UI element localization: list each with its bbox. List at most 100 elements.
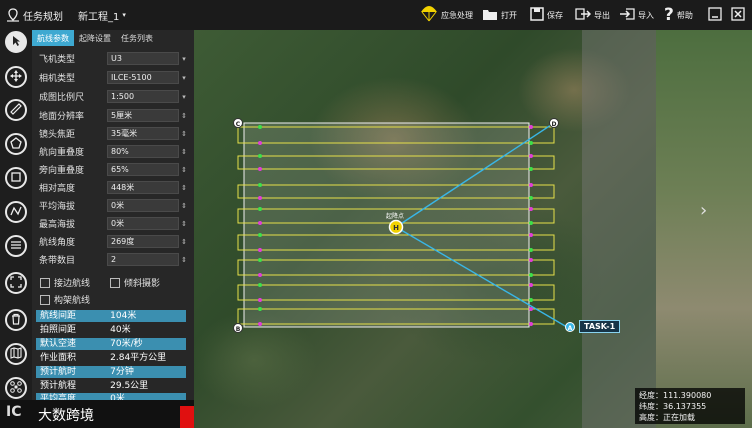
strip-count-input[interactable]: 2 bbox=[107, 253, 179, 266]
parameter-panel: 航线参数 起降设置 任务列表 飞机类型 U3 ▾ 相机类型 ILCE-5100 … bbox=[32, 30, 194, 428]
pan-tool-button[interactable] bbox=[5, 66, 27, 88]
spinner-icon[interactable]: ⇕ bbox=[179, 148, 189, 156]
checkbox-box bbox=[110, 277, 120, 288]
corner-b[interactable]: B bbox=[233, 323, 243, 334]
spinner-icon[interactable]: ⇕ bbox=[179, 184, 189, 192]
stat-row: 航线间距 104米 bbox=[36, 310, 186, 322]
fit-view-icon bbox=[10, 275, 22, 291]
longitude-readout: 经度：111.390080 bbox=[639, 391, 712, 400]
tab-task-list[interactable]: 任务列表 bbox=[116, 30, 158, 46]
tab-takeoff-landing[interactable]: 起降设置 bbox=[74, 30, 116, 46]
map-scale-select[interactable]: 1:500 bbox=[107, 90, 179, 103]
flight-route-layer: C D B A H 起降点 bbox=[233, 118, 575, 334]
stat-value: 7分钟 bbox=[106, 366, 186, 378]
spinner-icon[interactable]: ⇕ bbox=[179, 112, 189, 120]
task-label[interactable]: TASK-1 bbox=[579, 320, 621, 333]
param-row-strip-count: 条带数目 2 ⇕ bbox=[32, 251, 194, 268]
param-row-map-scale: 成图比例尺 1:500 ▾ bbox=[32, 88, 194, 105]
stat-row: 预计航时 7分钟 bbox=[36, 366, 186, 378]
forward-overlap-input[interactable]: 80% bbox=[107, 145, 179, 158]
param-row-max-altitude: 最高海拔 0米 ⇕ bbox=[32, 215, 194, 232]
red-status-indicator bbox=[180, 406, 194, 428]
tab-route-params[interactable]: 航线参数 bbox=[32, 30, 74, 46]
relative-height-input[interactable]: 448米 bbox=[107, 181, 179, 194]
fit-view-button[interactable] bbox=[5, 272, 27, 294]
svg-text:A: A bbox=[568, 325, 573, 332]
stat-row: 拍照间距 40米 bbox=[36, 324, 186, 336]
parachute-icon bbox=[420, 4, 438, 27]
checkbox-box bbox=[40, 294, 50, 305]
minimize-button[interactable] bbox=[708, 0, 722, 30]
project-name: 新工程_1 bbox=[78, 11, 120, 23]
select-tool-button[interactable] bbox=[5, 31, 27, 53]
aircraft-type-select[interactable]: U3 bbox=[107, 52, 179, 65]
pointer-icon bbox=[10, 35, 22, 50]
import-button[interactable]: 导入 bbox=[619, 0, 654, 30]
spinner-icon[interactable]: ⇕ bbox=[179, 202, 189, 210]
ruler-icon bbox=[10, 102, 22, 118]
param-label: 航向重叠度 bbox=[39, 148, 85, 158]
ground-resolution-input[interactable]: 5厘米 bbox=[107, 109, 179, 122]
map-icon bbox=[10, 346, 22, 362]
import-label: 导入 bbox=[638, 10, 654, 20]
param-row-ground-resolution: 地面分辨率 5厘米 ⇕ bbox=[32, 107, 194, 124]
polygon-icon bbox=[10, 136, 22, 152]
spinner-icon[interactable]: ⇕ bbox=[179, 238, 189, 246]
frame-route-checkbox[interactable]: 构架航线 bbox=[40, 293, 90, 306]
stat-value: 104米 bbox=[106, 310, 186, 322]
save-button[interactable]: 保存 bbox=[530, 0, 563, 30]
task-anchor-a[interactable]: A bbox=[565, 322, 575, 333]
route-tool-button[interactable] bbox=[5, 201, 27, 223]
help-button[interactable]: ? 帮助 bbox=[664, 0, 693, 30]
help-label: 帮助 bbox=[676, 10, 693, 20]
param-label: 地面分辨率 bbox=[39, 112, 85, 122]
stat-label: 默认空速 bbox=[36, 338, 107, 350]
svg-text:C: C bbox=[236, 121, 241, 128]
edge-route-checkbox[interactable]: 接边航线 bbox=[40, 276, 90, 289]
oblique-photo-checkbox[interactable]: 倾斜摄影 bbox=[110, 276, 160, 289]
satellite-map[interactable]: C D B A H 起降点 › bbox=[194, 30, 752, 428]
export-button[interactable]: 导出 bbox=[575, 0, 610, 30]
stat-row: 默认空速 70米/秒 bbox=[36, 338, 186, 350]
measure-tool-button[interactable] bbox=[5, 99, 27, 121]
spinner-icon[interactable]: ⇕ bbox=[179, 166, 189, 174]
corner-c[interactable]: C bbox=[233, 118, 243, 129]
delete-button[interactable] bbox=[5, 309, 27, 331]
spinner-icon[interactable]: ⇕ bbox=[179, 256, 189, 264]
open-button[interactable]: 打开 bbox=[482, 0, 517, 30]
stat-value: 29.5公里 bbox=[110, 381, 149, 391]
spinner-icon[interactable]: ⇕ bbox=[179, 130, 189, 138]
close-button[interactable] bbox=[731, 0, 745, 30]
strip-tool-button[interactable] bbox=[5, 235, 27, 257]
stat-label: 预计航时 bbox=[36, 366, 107, 378]
left-toolbar bbox=[0, 30, 32, 428]
focal-length-input[interactable]: 35毫米 bbox=[107, 127, 179, 140]
top-toolbar: 任务规划 新工程_1 ▾ 应急处理 打开 保存 导出 导入 ? 帮助 bbox=[0, 0, 752, 30]
corner-d[interactable]: D bbox=[549, 118, 559, 129]
param-label: 飞机类型 bbox=[39, 55, 76, 65]
max-altitude-input[interactable]: 0米 bbox=[107, 217, 179, 230]
map-layer-button[interactable] bbox=[5, 343, 27, 365]
spinner-icon[interactable]: ⇕ bbox=[179, 220, 189, 228]
param-label: 条带数目 bbox=[39, 256, 76, 266]
avg-altitude-input[interactable]: 0米 bbox=[107, 199, 179, 212]
altitude-readout: 高度：正在加载 bbox=[639, 413, 695, 422]
chevron-right-icon[interactable]: › bbox=[700, 200, 707, 221]
param-label: 旁向重叠度 bbox=[39, 166, 85, 176]
project-selector[interactable]: 新工程_1 ▾ bbox=[78, 0, 126, 30]
rectangle-tool-button[interactable] bbox=[5, 167, 27, 189]
param-row-avg-altitude: 平均海拔 0米 ⇕ bbox=[32, 197, 194, 214]
param-row-camera-type: 相机类型 ILCE-5100 ▾ bbox=[32, 69, 194, 86]
coordinate-readout: 经度：111.390080 纬度：36.137355 高度：正在加载 bbox=[635, 388, 745, 424]
camera-type-select[interactable]: ILCE-5100 bbox=[107, 71, 179, 84]
chevron-down-icon: ▾ bbox=[122, 11, 126, 19]
drone-button[interactable] bbox=[5, 377, 27, 399]
emergency-button[interactable]: 应急处理 bbox=[420, 0, 473, 30]
latitude-readout: 纬度：36.137355 bbox=[639, 402, 707, 411]
param-row-side-overlap: 旁向重叠度 65% ⇕ bbox=[32, 161, 194, 178]
route-angle-input[interactable]: 269度 bbox=[107, 235, 179, 248]
side-overlap-input[interactable]: 65% bbox=[107, 163, 179, 176]
polygon-tool-button[interactable] bbox=[5, 133, 27, 155]
chevron-down-icon: ▾ bbox=[182, 54, 186, 63]
map-pin-icon bbox=[6, 8, 20, 22]
